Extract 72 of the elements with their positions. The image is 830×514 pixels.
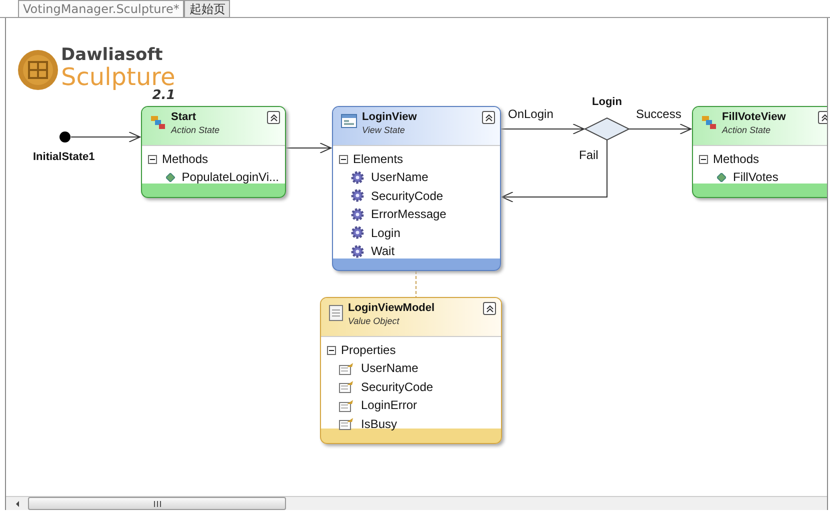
section-label: Methods [713, 152, 760, 166]
member-label: Login [371, 226, 400, 240]
property-icon [339, 362, 354, 375]
member-label: FillVotes [733, 170, 778, 184]
member-label: UserName [361, 361, 418, 376]
node-type: View State [362, 125, 406, 135]
member-label: PopulateLoginVi... [182, 170, 279, 184]
gear-icon [351, 226, 364, 240]
diamond-icon [717, 172, 726, 182]
scrollbar-thumb[interactable] [28, 497, 286, 510]
property-icon [339, 380, 354, 394]
collapse-toggle-icon[interactable] [339, 154, 348, 164]
member-label: ErrorMessage [371, 207, 446, 222]
collapse-toggle-icon[interactable] [699, 154, 708, 164]
member-label: Wait [371, 244, 395, 258]
transition-arrow [628, 124, 692, 134]
decision-diamond [584, 117, 630, 141]
transition-label: OnLogin [508, 107, 554, 121]
node-title: Start [171, 111, 198, 123]
gear-icon [351, 170, 364, 184]
gear-icon [351, 189, 364, 202]
transition-label: Success [636, 107, 682, 121]
transition-arrow [286, 142, 332, 154]
member-label: SecurityCode [361, 380, 434, 394]
collapse-button[interactable] [482, 111, 495, 124]
window-icon [341, 114, 357, 128]
logo-title: Dawliasoft [61, 45, 164, 65]
member-label: LoginError [361, 398, 418, 412]
collapse-toggle-icon[interactable] [148, 154, 157, 164]
document-icon [329, 305, 343, 321]
section-label: Properties [341, 343, 396, 357]
state-card[interactable]: LoginViewModel Value Object Properties UserName SecurityCode LoginError IsBusy [320, 297, 502, 444]
tab[interactable]: 起始页 [184, 0, 230, 17]
chevron-icon [486, 304, 494, 312]
shapes-icon [150, 114, 166, 130]
chevron-icon [820, 114, 827, 122]
node-title: FillVoteView [722, 111, 787, 123]
gear-icon [351, 208, 364, 221]
member-label: SecurityCode [371, 188, 444, 203]
state-card[interactable]: FillVoteView Action State Methods FillVotes [692, 106, 827, 198]
transition-label: Fail [579, 148, 598, 162]
chevron-icon [484, 114, 492, 122]
node-type: Action State [171, 125, 221, 135]
state-label: InitialState1 [33, 151, 95, 163]
node-title: LoginViewModel [348, 302, 436, 314]
chevron-icon [270, 114, 278, 122]
tab[interactable]: VotingManager.Sculpture* [18, 0, 184, 17]
transition-arrow [70, 132, 140, 142]
property-icon [339, 417, 354, 430]
node-type: Action State [722, 125, 772, 135]
collapse-button[interactable] [483, 302, 496, 315]
member-label: IsBusy [361, 416, 398, 431]
property-icon [339, 398, 354, 412]
node-title: LoginView [362, 111, 418, 123]
initial-state-dot [60, 132, 70, 142]
collapse-button[interactable] [267, 111, 280, 124]
logo-product: Sculpture [61, 63, 176, 91]
gear-icon [351, 244, 364, 258]
section-label: Methods [162, 152, 208, 166]
grip-icon [154, 500, 160, 506]
member-label: UserName [371, 170, 428, 184]
horizontal-scrollbar[interactable] [6, 496, 827, 510]
decision-label: Login [592, 96, 622, 108]
logo-icon [17, 49, 59, 91]
logo-version: 2.1 [152, 88, 176, 103]
shapes-icon [701, 114, 717, 130]
section-label: Elements [353, 152, 404, 166]
diamond-icon [166, 172, 175, 182]
state-card[interactable]: Start Action State Methods PopulateLoginVi... [141, 106, 286, 198]
node-type: Value Object [348, 316, 400, 326]
collapse-toggle-icon[interactable] [327, 346, 336, 354]
state-card[interactable]: LoginView View State Elements UserName SecurityCode ErrorMessage Login Wait [332, 106, 501, 271]
